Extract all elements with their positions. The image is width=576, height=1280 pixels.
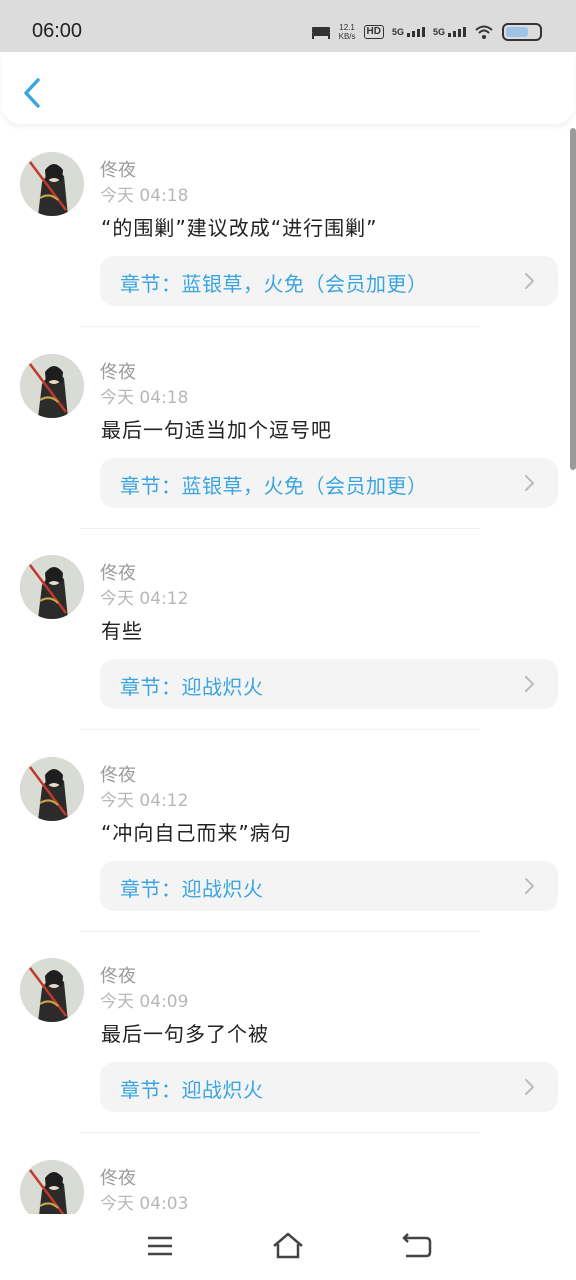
speed-unit: KB/s	[338, 32, 356, 41]
chapter-link[interactable]: 章节：迎战炽火	[100, 860, 558, 911]
signal-2-icon: 5G	[433, 27, 466, 37]
chapter-label: 章节：蓝银草，火免（会员加更）	[120, 272, 428, 296]
avatar-image	[20, 958, 84, 1022]
comment-time: 今天 04:09	[100, 992, 189, 1012]
wifi-icon	[475, 25, 493, 39]
avatar-image	[20, 756, 84, 821]
chapter-link[interactable]: 章节：迎战炽火	[100, 1062, 558, 1112]
user-name[interactable]: 佟夜	[100, 358, 136, 384]
chevron-right-icon	[525, 676, 534, 692]
avatar[interactable]	[20, 555, 84, 619]
user-name[interactable]: 佟夜	[100, 1164, 136, 1190]
comment-time: 今天 04:18	[100, 387, 189, 408]
chevron-right-icon	[525, 474, 534, 491]
avatar[interactable]	[20, 353, 84, 418]
user-name[interactable]: 佟夜	[100, 559, 136, 585]
comment-time: 今天 04:12	[100, 790, 189, 811]
network-type-2: 5G	[432, 27, 445, 37]
chapter-label: 章节：迎战炽火	[120, 876, 264, 901]
chapter-label: 章节：迎战炽火	[120, 1078, 264, 1102]
avatar[interactable]	[20, 1159, 84, 1214]
comment-text: “的围剿”建议改成“进行围剿”	[101, 216, 378, 240]
menu-icon	[148, 1236, 172, 1256]
network-speed: 12.1 KB/s	[339, 23, 356, 41]
avatar[interactable]	[20, 756, 84, 821]
chapter-label: 章节：蓝银草，火免（会员加更）	[120, 473, 428, 498]
speed-value: 12.1	[339, 23, 355, 32]
chapter-link[interactable]: 章节：蓝银草，火免（会员加更）	[100, 256, 558, 306]
user-name[interactable]: 佟夜	[100, 761, 136, 787]
divider	[80, 930, 480, 932]
comment-time: 今天 04:18	[100, 186, 189, 206]
avatar-image	[20, 152, 84, 216]
chapter-link[interactable]: 章节：迎战炽火	[100, 659, 558, 709]
home-button[interactable]	[268, 1230, 308, 1262]
comment-text: 最后一句多了个被	[101, 1022, 269, 1046]
chevron-right-icon	[525, 273, 534, 289]
status-bar: 06:00 12.1 KB/s HD 5G 5G	[0, 0, 576, 52]
comment-list[interactable]: 佟夜 今天 04:18 “的围剿”建议改成“进行围剿” 章节：蓝银草，火免（会员…	[0, 128, 570, 1214]
comment-text: 有些	[101, 619, 143, 643]
avatar[interactable]	[20, 152, 84, 216]
avatar-image	[20, 1159, 84, 1214]
signal-1-icon: 5G	[392, 27, 425, 37]
hd-icon: HD	[363, 25, 384, 39]
chapter-link[interactable]: 章节：蓝银草，火免（会员加更）	[100, 457, 558, 508]
divider	[80, 527, 480, 529]
bed-icon	[311, 27, 330, 39]
status-icons: 12.1 KB/s HD 5G 5G	[311, 20, 542, 44]
home-icon	[273, 1232, 303, 1259]
divider	[80, 326, 480, 327]
chevron-right-icon	[525, 877, 534, 894]
comment-text: 最后一句适当加个逗号吧	[101, 417, 332, 442]
back-nav-button[interactable]	[396, 1230, 436, 1262]
user-name[interactable]: 佟夜	[100, 962, 136, 988]
chevron-right-icon	[525, 1079, 534, 1095]
user-name[interactable]: 佟夜	[100, 156, 136, 182]
avatar[interactable]	[20, 958, 84, 1022]
menu-button[interactable]	[140, 1230, 180, 1262]
comment-text: “冲向自己而来”病句	[101, 820, 292, 845]
divider	[80, 1132, 480, 1133]
network-type-1: 5G	[391, 27, 404, 37]
navigation-bar	[0, 1214, 576, 1280]
comment-time: 今天 04:03	[100, 1193, 189, 1214]
back-button[interactable]	[18, 72, 50, 112]
header	[2, 52, 574, 124]
chapter-label: 章节：迎战炽火	[120, 675, 264, 699]
back-icon	[402, 1233, 432, 1258]
avatar-image	[20, 353, 84, 418]
chevron-left-icon	[24, 78, 40, 108]
divider	[80, 729, 480, 730]
battery-icon	[502, 23, 542, 41]
avatar-image	[20, 555, 84, 619]
status-time: 06:00	[32, 20, 83, 42]
comment-time: 今天 04:12	[100, 589, 189, 609]
scrollbar[interactable]	[570, 128, 576, 470]
